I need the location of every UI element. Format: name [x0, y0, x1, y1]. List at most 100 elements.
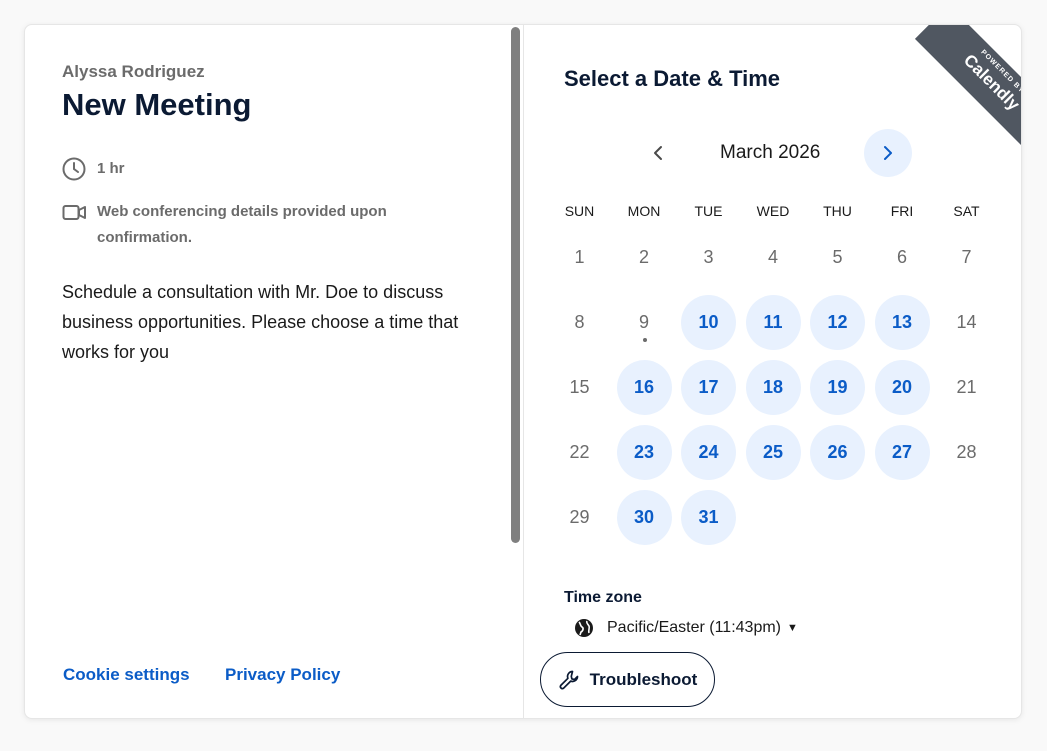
privacy-policy-link[interactable]: Privacy Policy: [225, 665, 340, 685]
day-number: 9: [638, 312, 649, 332]
day-number: 2: [638, 247, 649, 267]
weekday-header: SUN MON TUE WED THU FRI SAT: [547, 203, 999, 223]
unavailable-day: 5: [810, 230, 865, 285]
calendar-heading: Select a Date & Time: [564, 66, 781, 91]
day-number: 12: [827, 312, 848, 332]
event-details-panel: Alyssa Rodriguez New Meeting 1 hr Web co…: [25, 25, 523, 718]
globe-icon: [575, 619, 593, 637]
unavailable-day: 3: [681, 230, 736, 285]
available-day[interactable]: 10: [681, 295, 736, 350]
unavailable-day: 14: [939, 295, 994, 350]
unavailable-day: 22: [552, 425, 607, 480]
duration-text: 1 hr: [97, 160, 125, 177]
calendar-grid: 1 2 3 4 5 6 7 8 9 10 11 12 13 14 15 16 17 18 19 20 21 22 23 24 2…: [547, 230, 999, 560]
day-number: 3: [703, 247, 714, 267]
day-number: 11: [763, 312, 783, 332]
available-day[interactable]: 24: [681, 425, 736, 480]
day-number: 26: [827, 442, 848, 462]
organizer-name: Alyssa Rodriguez: [62, 62, 205, 81]
timezone-value: Pacific/Easter (11:43pm): [607, 619, 781, 636]
cookie-settings-link[interactable]: Cookie settings: [63, 665, 190, 685]
troubleshoot-button[interactable]: Troubleshoot: [540, 652, 715, 707]
day-number: 27: [891, 442, 913, 462]
unavailable-day: 2: [617, 230, 672, 285]
powered-by-ribbon: POWERED BY Calendly: [914, 25, 1021, 155]
timezone-label: Time zone: [564, 589, 642, 606]
available-day[interactable]: 16: [616, 360, 672, 415]
unavailable-day: 28: [939, 425, 994, 480]
day-number: 4: [767, 247, 778, 267]
duration-row: 1 hr: [62, 156, 125, 182]
video-camera-icon: [62, 205, 86, 220]
timezone-selector[interactable]: Pacific/Easter (11:43pm) ▼: [574, 618, 798, 638]
conferencing-text: Web conferencing details provided upon c…: [97, 203, 387, 246]
day-number: 25: [762, 442, 784, 462]
powered-by-badge[interactable]: POWERED BY Calendly: [893, 25, 1021, 155]
available-day[interactable]: 30: [616, 490, 672, 545]
calendar-panel: Select a Date & Time March 2026 SUN MON TU…: [524, 25, 1021, 718]
available-day[interactable]: 26: [810, 425, 865, 480]
unavailable-day: 1: [552, 230, 607, 285]
unavailable-day: 9: [617, 295, 672, 350]
event-title: New Meeting: [62, 87, 252, 122]
unavailable-day: 7: [939, 230, 994, 285]
day-number: 15: [569, 377, 590, 397]
weekday-label: WED: [756, 203, 790, 219]
weekday-label: MON: [627, 203, 661, 219]
available-day[interactable]: 13: [874, 295, 930, 350]
day-number: 19: [827, 377, 848, 397]
unavailable-day: 4: [746, 230, 801, 285]
day-number: 7: [961, 247, 972, 267]
unavailable-day: 8: [552, 295, 607, 350]
day-number: 6: [896, 247, 907, 267]
available-day[interactable]: 12: [810, 295, 865, 350]
available-day[interactable]: 19: [810, 360, 865, 415]
weekday-label: FRI: [890, 203, 914, 219]
today-indicator: [642, 338, 647, 342]
unavailable-day: 6: [875, 230, 930, 285]
weekday-label: SUN: [564, 203, 595, 219]
scheduling-card: Alyssa Rodriguez New Meeting 1 hr Web co…: [24, 24, 1022, 719]
month-label: March 2026: [720, 142, 821, 163]
event-description: Schedule a consultation with Mr. Doe to …: [62, 282, 459, 362]
day-number: 24: [698, 442, 719, 462]
scrollbar[interactable]: [511, 27, 520, 543]
available-day[interactable]: 23: [616, 425, 672, 480]
day-number: 31: [698, 507, 719, 527]
day-number: 13: [891, 312, 913, 332]
clock-icon: [62, 157, 86, 181]
day-number: 23: [633, 442, 655, 462]
day-number: 10: [698, 312, 719, 332]
day-number: 20: [891, 377, 913, 397]
day-number: 17: [698, 377, 719, 397]
available-day[interactable]: 31: [681, 490, 736, 545]
month-navigation: March 2026: [624, 129, 934, 177]
day-number: 5: [832, 247, 843, 267]
unavailable-day: 29: [552, 490, 607, 545]
day-number: 28: [956, 442, 977, 462]
caret-down-icon: ▼: [787, 622, 798, 634]
previous-month-button[interactable]: [634, 129, 682, 177]
day-number: 14: [956, 312, 977, 332]
weekday-label: THU: [823, 203, 852, 219]
available-day[interactable]: 20: [874, 360, 930, 415]
chevron-left-icon: [654, 146, 662, 160]
day-number: 16: [633, 377, 655, 397]
troubleshoot-label: Troubleshoot: [589, 669, 698, 689]
unavailable-day: 21: [939, 360, 994, 415]
day-number: 22: [569, 442, 590, 462]
weekday-label: SAT: [953, 203, 980, 219]
day-number: 8: [574, 312, 585, 332]
available-day[interactable]: 11: [745, 295, 801, 350]
unavailable-day: 15: [552, 360, 607, 415]
available-day[interactable]: 17: [681, 360, 736, 415]
available-day[interactable]: 25: [745, 425, 801, 480]
day-number: 18: [762, 377, 784, 397]
available-day[interactable]: 27: [874, 425, 930, 480]
weekday-label: TUE: [694, 203, 723, 219]
day-number: 30: [633, 507, 655, 527]
available-day[interactable]: 18: [745, 360, 801, 415]
day-number: 1: [574, 247, 585, 267]
day-number: 29: [569, 507, 590, 527]
day-number: 21: [956, 377, 977, 397]
